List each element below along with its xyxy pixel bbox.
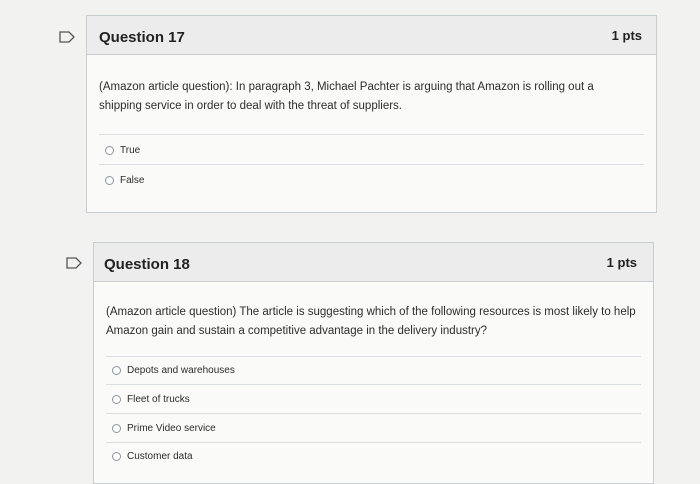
flag-question-17-icon[interactable] xyxy=(59,31,75,43)
answer-true[interactable]: True xyxy=(105,145,140,156)
radio-customer-data[interactable] xyxy=(112,452,121,461)
answer-trucks[interactable]: Fleet of trucks xyxy=(112,394,190,405)
radio-true[interactable] xyxy=(105,146,114,155)
answer-depots[interactable]: Depots and warehouses xyxy=(112,365,235,376)
question-18-divider-3 xyxy=(106,413,641,414)
flag-question-18-icon[interactable] xyxy=(66,257,82,269)
question-17-header: Question 17 1 pts xyxy=(87,16,656,55)
answer-depots-label: Depots and warehouses xyxy=(127,365,235,376)
question-17-title: Question 17 xyxy=(99,29,185,46)
question-18-divider xyxy=(106,356,641,357)
answer-prime-video-label: Prime Video service xyxy=(127,423,216,434)
question-17-divider xyxy=(99,134,644,135)
question-17-card: Question 17 1 pts (Amazon article questi… xyxy=(86,15,657,213)
question-18-text: (Amazon article question) The article is… xyxy=(106,306,636,337)
question-17-divider-2 xyxy=(99,164,644,165)
radio-false[interactable] xyxy=(105,176,114,185)
radio-depots[interactable] xyxy=(112,366,121,375)
question-18-points: 1 pts xyxy=(606,255,637,270)
question-18-divider-4 xyxy=(106,442,641,443)
answer-true-label: True xyxy=(120,145,141,156)
answer-trucks-label: Fleet of trucks xyxy=(127,394,190,405)
answer-false-label: False xyxy=(120,175,145,186)
radio-prime-video[interactable] xyxy=(112,424,121,433)
radio-trucks[interactable] xyxy=(112,395,121,404)
question-18-title: Question 18 xyxy=(104,256,190,273)
question-17-text: (Amazon article question): In paragraph … xyxy=(99,81,594,112)
answer-false[interactable]: False xyxy=(105,175,144,186)
answer-customer-data-label: Customer data xyxy=(127,451,193,462)
answer-prime-video[interactable]: Prime Video service xyxy=(112,423,216,434)
answer-customer-data[interactable]: Customer data xyxy=(112,451,193,462)
question-17-points: 1 pts xyxy=(611,28,642,43)
question-18-divider-2 xyxy=(106,384,641,385)
question-18-header: Question 18 1 pts xyxy=(94,243,653,282)
question-18-card: Question 18 1 pts (Amazon article questi… xyxy=(93,242,654,484)
